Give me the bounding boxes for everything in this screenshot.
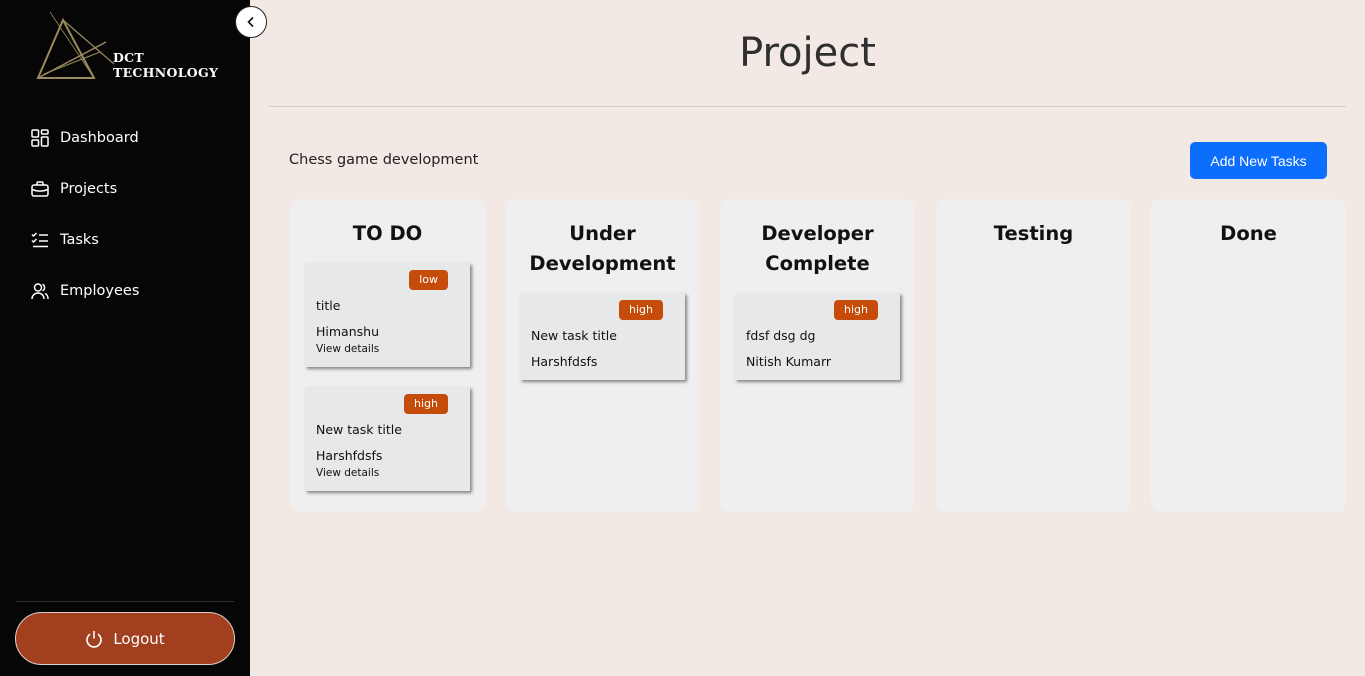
priority-badge: low	[409, 270, 448, 290]
view-details-link[interactable]: View details	[316, 343, 379, 355]
sidebar-item-employees[interactable]: Employees	[0, 265, 250, 316]
task-assignee: Harshfdsfs	[316, 448, 383, 463]
sidebar-item-dashboard[interactable]: Dashboard	[0, 112, 250, 163]
column-developer-complete: Developer Complete high fdsf dsg dg Niti…	[720, 199, 915, 512]
task-title: New task title	[531, 328, 617, 343]
sidebar-item-projects[interactable]: Projects	[0, 163, 250, 214]
task-card[interactable]: low title Himanshu View details	[305, 263, 470, 367]
column-todo: TO DO low title Himanshu View details hi…	[290, 199, 485, 512]
priority-badge: high	[619, 300, 663, 320]
users-icon	[31, 282, 49, 300]
column-testing: Testing	[936, 199, 1131, 512]
dashboard-icon	[31, 128, 49, 147]
priority-badge: high	[404, 394, 448, 414]
column-done: Done	[1151, 199, 1346, 512]
power-icon	[85, 630, 103, 648]
logo-line-1: DCT	[113, 50, 144, 65]
column-title: Testing	[993, 222, 1074, 245]
priority-badge: high	[834, 300, 878, 320]
logo-line-2: TECHNOLOGY	[113, 65, 219, 80]
add-new-tasks-button[interactable]: Add New Tasks	[1190, 142, 1327, 179]
task-assignee: Harshfdsfs	[531, 354, 598, 369]
task-title: title	[316, 298, 341, 313]
chevron-left-icon	[245, 16, 257, 28]
logout-button[interactable]: Logout	[15, 612, 235, 665]
column-title: TO DO	[352, 222, 423, 245]
task-title: New task title	[316, 422, 402, 437]
task-card[interactable]: high New task title Harshfdsfs	[520, 293, 685, 380]
sidebar-item-label: Dashboard	[60, 129, 139, 146]
header-divider	[269, 106, 1346, 107]
task-card[interactable]: high fdsf dsg dg Nitish Kumarr	[735, 293, 900, 380]
briefcase-icon	[31, 180, 49, 198]
view-details-link[interactable]: View details	[316, 467, 379, 479]
column-title: Done	[1220, 222, 1277, 245]
sidebar-item-label: Employees	[60, 282, 140, 299]
collapse-sidebar-button[interactable]	[235, 6, 267, 38]
sidebar: DCT TECHNOLOGY Dashboard Projects Tasks …	[0, 0, 250, 676]
column-title: Under Development	[529, 222, 676, 275]
company-logo: DCT TECHNOLOGY	[36, 12, 226, 82]
sidebar-nav: Dashboard Projects Tasks Employees	[0, 112, 250, 316]
sidebar-item-label: Projects	[60, 180, 118, 197]
project-name: Chess game development	[289, 152, 479, 168]
sidebar-divider	[16, 601, 234, 602]
task-list-icon	[31, 231, 49, 249]
task-assignee: Himanshu	[316, 324, 379, 339]
page-title: Project	[739, 30, 876, 76]
logo-text: DCT TECHNOLOGY	[113, 50, 218, 80]
task-assignee: Nitish Kumarr	[746, 354, 831, 369]
sidebar-item-tasks[interactable]: Tasks	[0, 214, 250, 265]
sidebar-item-label: Tasks	[60, 231, 99, 248]
column-title: Developer Complete	[761, 222, 874, 275]
task-title: fdsf dsg dg	[746, 328, 816, 343]
task-card[interactable]: high New task title Harshfdsfs View deta…	[305, 387, 470, 491]
column-under-development: Under Development high New task title Ha…	[505, 199, 700, 512]
logout-label: Logout	[113, 629, 165, 648]
